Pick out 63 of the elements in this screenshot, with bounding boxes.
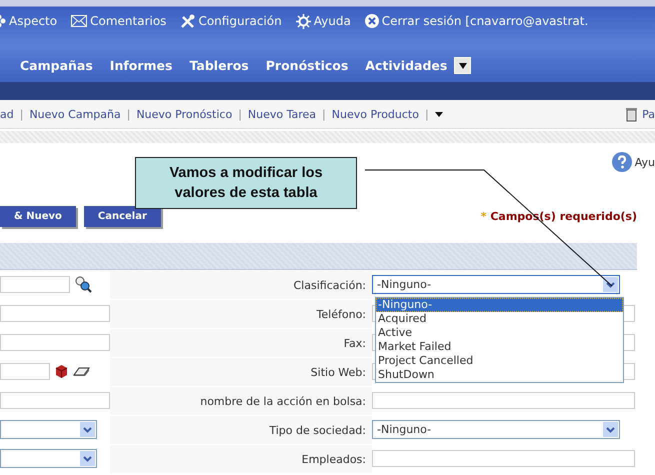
dropdown[interactable]: [0, 420, 97, 439]
gear-icon: [296, 14, 311, 28]
text-field[interactable]: [372, 450, 635, 467]
header-link[interactable]: Comentarios: [71, 14, 166, 28]
tools-icon: [180, 14, 196, 28]
link-label: Aspecto: [9, 14, 58, 28]
dropdown[interactable]: -Ninguno-: [372, 420, 620, 439]
form-button[interactable]: Cancelar: [84, 206, 161, 226]
toolbar-link[interactable]: Nuevo Tarea: [248, 108, 316, 120]
separator: |: [424, 108, 429, 120]
field-label: Teléfono:: [110, 299, 372, 328]
field-label: nombre de la acción en bolsa:: [110, 386, 372, 415]
eraser-icon[interactable]: [73, 366, 90, 377]
help-link[interactable]: Ayu: [612, 152, 655, 172]
callout-note: Vamos a modificar los valores de esta tabla: [135, 157, 357, 209]
text-field[interactable]: [0, 305, 110, 322]
toolbar-link[interactable]: Nuevo Producto: [332, 108, 419, 120]
caret-icon[interactable]: [434, 112, 443, 116]
link-label: Ayuda: [314, 14, 351, 28]
field-label: Tipo de sociedad:: [110, 415, 372, 444]
text-field[interactable]: [0, 363, 50, 380]
envelope-icon: [71, 15, 88, 27]
menu-button[interactable]: [454, 57, 472, 74]
header-link[interactable]: Configuración: [180, 14, 282, 28]
dropdown-option[interactable]: -Ninguno-: [376, 298, 623, 312]
separator: |: [126, 108, 130, 120]
text-field[interactable]: [0, 334, 110, 351]
dropdown[interactable]: [0, 449, 97, 468]
link-label: Comentarios: [90, 14, 166, 28]
cube-icon[interactable]: [54, 364, 69, 379]
toolbar-link[interactable]: Pa: [642, 108, 655, 120]
toolbar-link[interactable]: Nuevo Pronóstico: [136, 108, 232, 120]
field-label: Clasificación:: [110, 270, 372, 299]
field-label: Empleados:: [110, 444, 372, 473]
form-button[interactable]: & Nuevo: [0, 206, 76, 226]
dropdown[interactable]: -Ninguno-: [372, 275, 620, 294]
trash-icon: [625, 106, 638, 122]
separator: |: [322, 108, 326, 120]
header-link[interactable]: Ayuda: [296, 14, 351, 28]
chevron-icon: [606, 426, 615, 432]
text-field[interactable]: [372, 392, 635, 409]
text-field[interactable]: [0, 392, 110, 409]
nav-tab[interactable]: Informes: [110, 58, 172, 73]
header-link[interactable]: Aspecto: [0, 14, 58, 28]
nav-tab[interactable]: Tableros: [189, 58, 249, 73]
text-field[interactable]: [0, 276, 70, 293]
close-icon: [364, 14, 379, 28]
nav-tab[interactable]: Campañas: [20, 58, 93, 73]
toolbar-link[interactable]: Nuevo Campaña: [29, 108, 121, 120]
link-label: Configuración: [198, 14, 282, 28]
field-label: Fax:: [110, 328, 372, 357]
toolbar-link[interactable]: ad: [0, 108, 14, 120]
help-icon: [612, 152, 632, 172]
chevron-icon: [606, 282, 615, 288]
nav-tab[interactable]: Actividades: [365, 58, 448, 73]
chevron-icon: [83, 426, 92, 432]
caret-icon: [458, 62, 467, 68]
field-label: Sitio Web:: [110, 357, 372, 386]
separator: |: [238, 108, 242, 120]
nav-tab[interactable]: Pronósticos: [266, 58, 348, 73]
chevron-icon: [83, 456, 92, 462]
separator: |: [20, 108, 24, 120]
lookup-icon[interactable]: [74, 276, 92, 293]
